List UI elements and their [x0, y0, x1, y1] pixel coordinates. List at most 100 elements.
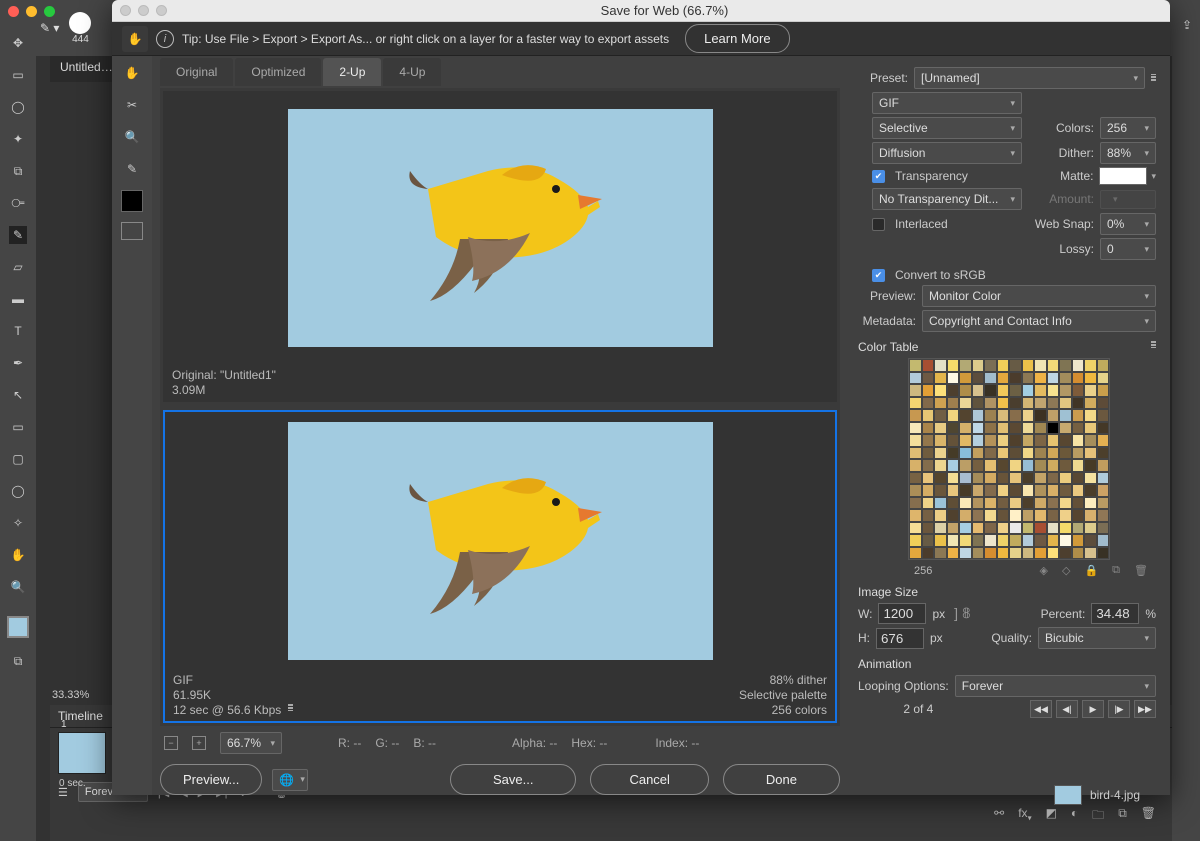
color-swatch-cell[interactable]	[922, 384, 935, 397]
color-swatch-cell[interactable]	[1034, 547, 1047, 560]
eyedropper-color[interactable]	[121, 190, 143, 212]
color-swatch-cell[interactable]	[997, 472, 1010, 485]
learn-more-button[interactable]: Learn More	[685, 24, 789, 53]
color-swatch-cell[interactable]	[1072, 422, 1085, 435]
color-swatch-cell[interactable]	[947, 472, 960, 485]
color-swatch-cell[interactable]	[1059, 447, 1072, 460]
color-swatch-cell[interactable]	[997, 372, 1010, 385]
color-swatch-cell[interactable]	[909, 384, 922, 397]
color-swatch-cell[interactable]	[959, 484, 972, 497]
color-swatch-cell[interactable]	[947, 522, 960, 535]
anim-next-btn[interactable]: |▶	[1108, 700, 1130, 718]
rounded-rect-tool[interactable]: ▢	[9, 450, 27, 468]
color-swatch-cell[interactable]	[1097, 547, 1110, 560]
tab-original[interactable]: Original	[160, 58, 233, 86]
dialog-minimize[interactable]	[138, 5, 149, 16]
color-table[interactable]	[908, 358, 1110, 560]
color-swatch-cell[interactable]	[1022, 459, 1035, 472]
color-swatch-cell[interactable]	[1097, 459, 1110, 472]
color-swatch-cell[interactable]	[1034, 534, 1047, 547]
color-swatch-cell[interactable]	[997, 434, 1010, 447]
color-swatch-cell[interactable]	[1084, 534, 1097, 547]
color-swatch-cell[interactable]	[1034, 497, 1047, 510]
color-swatch-cell[interactable]	[947, 422, 960, 435]
color-swatch-cell[interactable]	[1084, 359, 1097, 372]
color-swatch-cell[interactable]	[959, 397, 972, 410]
color-swatch-cell[interactable]	[947, 409, 960, 422]
color-swatch-cell[interactable]	[909, 547, 922, 560]
color-swatch-cell[interactable]	[1084, 422, 1097, 435]
layer-row[interactable]: bird-4.jpg	[1054, 785, 1140, 805]
color-swatch-cell[interactable]	[934, 522, 947, 535]
color-swatch-cell[interactable]	[1009, 472, 1022, 485]
color-swatch-cell[interactable]	[1022, 359, 1035, 372]
color-swatch-cell[interactable]	[1059, 409, 1072, 422]
custom-shape-tool[interactable]: ✧	[9, 514, 27, 532]
color-swatch-cell[interactable]	[947, 447, 960, 460]
hand-tool[interactable]: ✋	[122, 26, 148, 52]
link-layer-icon[interactable]: ⚯	[994, 806, 1004, 827]
color-swatch-cell[interactable]	[1047, 434, 1060, 447]
color-swatch-cell[interactable]	[934, 484, 947, 497]
color-swatch-cell[interactable]	[1072, 434, 1085, 447]
color-swatch-cell[interactable]	[997, 459, 1010, 472]
color-swatch-cell[interactable]	[959, 547, 972, 560]
color-swatch-cell[interactable]	[1097, 434, 1110, 447]
color-swatch-cell[interactable]	[922, 372, 935, 385]
cancel-button[interactable]: Cancel	[590, 764, 708, 795]
color-swatch-cell[interactable]	[984, 384, 997, 397]
transparency-checkbox[interactable]	[872, 170, 885, 183]
color-swatch-cell[interactable]	[1022, 484, 1035, 497]
anim-first-btn[interactable]: ◀◀	[1030, 700, 1052, 718]
color-swatch-cell[interactable]	[972, 434, 985, 447]
color-swatch-cell[interactable]	[1009, 397, 1022, 410]
color-swatch-cell[interactable]	[934, 422, 947, 435]
color-swatch-cell[interactable]	[972, 547, 985, 560]
color-swatch-cell[interactable]	[922, 547, 935, 560]
color-swatch-cell[interactable]	[972, 409, 985, 422]
share-icon[interactable]: ⇪	[1182, 18, 1192, 32]
color-swatch-cell[interactable]	[1047, 547, 1060, 560]
color-swatch-cell[interactable]	[1047, 422, 1060, 435]
color-swatch-cell[interactable]	[1072, 547, 1085, 560]
preset-select[interactable]: [Unnamed]	[914, 67, 1145, 89]
color-swatch-cell[interactable]	[1047, 484, 1060, 497]
color-swatch-cell[interactable]	[1097, 484, 1110, 497]
color-swatch-cell[interactable]	[959, 434, 972, 447]
color-swatch-cell[interactable]	[959, 447, 972, 460]
color-swatch-cell[interactable]	[1047, 397, 1060, 410]
color-swatch-cell[interactable]	[934, 359, 947, 372]
color-swatch-cell[interactable]	[972, 509, 985, 522]
color-swatch-cell[interactable]	[1022, 397, 1035, 410]
color-swatch-cell[interactable]	[922, 522, 935, 535]
interlaced-checkbox[interactable]	[872, 218, 885, 231]
marquee-tool[interactable]: ▭	[9, 66, 27, 84]
color-swatch-cell[interactable]	[947, 372, 960, 385]
color-swatch-cell[interactable]	[1034, 422, 1047, 435]
color-swatch-cell[interactable]	[1009, 422, 1022, 435]
color-swatch-cell[interactable]	[934, 397, 947, 410]
lossy-select[interactable]: 0	[1100, 238, 1156, 260]
color-swatch-cell[interactable]	[922, 534, 935, 547]
color-swatch-cell[interactable]	[1072, 447, 1085, 460]
preview-button[interactable]: Preview...	[160, 764, 262, 795]
color-swatch-cell[interactable]	[1009, 372, 1022, 385]
color-swatch-cell[interactable]	[947, 497, 960, 510]
lasso-tool[interactable]: ◯	[9, 98, 27, 116]
color-swatch-cell[interactable]	[984, 422, 997, 435]
color-swatch-cell[interactable]	[1022, 547, 1035, 560]
color-swatch-cell[interactable]	[1047, 372, 1060, 385]
color-swatch-cell[interactable]	[1059, 522, 1072, 535]
color-swatch-cell[interactable]	[984, 372, 997, 385]
color-swatch-cell[interactable]	[1009, 497, 1022, 510]
color-swatch-cell[interactable]	[1084, 497, 1097, 510]
width-input[interactable]	[878, 603, 926, 624]
color-swatch-cell[interactable]	[947, 384, 960, 397]
color-swatch-cell[interactable]	[1097, 409, 1110, 422]
color-swatch-cell[interactable]	[997, 522, 1010, 535]
color-swatch-cell[interactable]	[1047, 447, 1060, 460]
color-swatch-cell[interactable]	[1022, 497, 1035, 510]
color-swatch-cell[interactable]	[1084, 547, 1097, 560]
color-swatch-cell[interactable]	[934, 534, 947, 547]
color-swatch-cell[interactable]	[984, 509, 997, 522]
